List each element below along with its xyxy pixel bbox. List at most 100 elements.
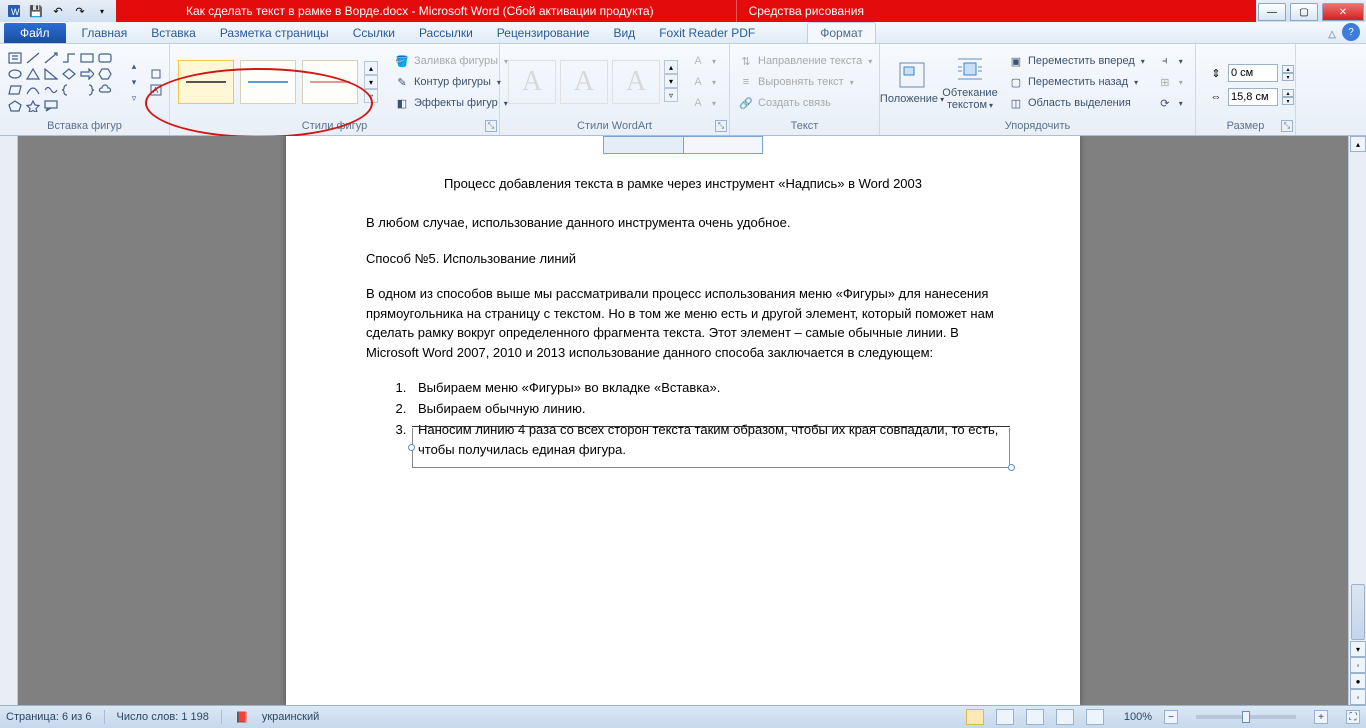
undo-icon[interactable]: ↶ [48,2,68,20]
resize-handle[interactable] [1008,464,1015,471]
shape-roundrect-icon[interactable] [96,51,113,66]
tab-foxit[interactable]: Foxit Reader PDF [647,23,767,43]
zoom-out-icon[interactable]: − [1164,710,1178,724]
shape-rect-icon[interactable] [78,51,95,66]
page[interactable]: Процесс добавления текста в рамке через … [286,136,1080,705]
dialog-launcher-icon[interactable]: ⤡ [1281,120,1293,132]
tab-view[interactable]: Вид [601,23,647,43]
zoom-slider[interactable] [1196,715,1296,719]
shape-right-triangle-icon[interactable] [42,67,59,82]
selection-pane-button[interactable]: ◫Область выделения [1004,93,1149,113]
next-page-icon[interactable]: ◦ [1350,689,1366,705]
selected-shape-box[interactable] [412,428,1010,468]
tab-home[interactable]: Главная [70,23,140,43]
style-swatch-2[interactable] [240,60,296,104]
shape-brace-icon[interactable] [60,83,77,98]
shapes-expand-icon[interactable]: ▿ [125,91,143,106]
maximize-button[interactable]: ▢ [1290,3,1318,21]
rotate-button[interactable]: ⟳▾ [1155,93,1185,113]
web-layout-view-icon[interactable] [1026,709,1044,725]
tab-review[interactable]: Рецензирование [485,23,602,43]
shape-diamond-icon[interactable] [60,67,77,82]
fit-page-icon[interactable]: ⛶ [1346,710,1360,724]
shape-styles-gallery[interactable]: ▴ ▾ ▿ [174,60,382,104]
shape-cloud-icon[interactable] [96,83,113,98]
spin-up-icon[interactable]: ▴ [1282,89,1294,97]
redo-icon[interactable]: ↷ [70,2,90,20]
tab-mailings[interactable]: Рассылки [407,23,485,43]
tab-layout[interactable]: Разметка страницы [208,23,341,43]
fullscreen-view-icon[interactable] [996,709,1014,725]
bring-forward-button[interactable]: ▣Переместить вперед▾ [1004,51,1149,71]
wordart-swatch-1[interactable]: A [508,60,556,104]
shape-freeform-icon[interactable] [42,83,59,98]
zoom-in-icon[interactable]: + [1314,710,1328,724]
style-swatch-3[interactable] [302,60,358,104]
vertical-ruler[interactable] [0,136,18,705]
height-input[interactable] [1228,64,1278,82]
shape-brace2-icon[interactable] [78,83,95,98]
shape-callout-icon[interactable] [42,99,59,114]
page-indicator[interactable]: Страница: 6 из 6 [6,711,92,723]
minimize-button[interactable]: — [1258,3,1286,21]
shape-triangle-icon[interactable] [24,67,41,82]
wa-expand-icon[interactable]: ▿ [664,88,678,102]
draft-view-icon[interactable] [1086,709,1104,725]
wa-down-icon[interactable]: ▾ [664,74,678,88]
wrap-text-button[interactable]: Обтекание текстом▾ [942,51,998,113]
styles-expand-icon[interactable]: ▿ [364,89,378,103]
shape-connector-icon[interactable] [60,51,77,66]
tab-file[interactable]: Файл [4,23,66,43]
style-swatch-1[interactable] [178,60,234,104]
dialog-launcher-icon[interactable]: ⤡ [715,120,727,132]
shapes-more-icon[interactable]: ▾ [125,75,143,90]
shape-curve-icon[interactable] [24,83,41,98]
prev-page-icon[interactable]: ◦ [1350,657,1366,673]
wa-up-icon[interactable]: ▴ [664,60,678,74]
zoom-level[interactable]: 100% [1124,711,1152,723]
print-layout-view-icon[interactable] [966,709,984,725]
position-button[interactable]: Положение▾ [884,57,940,107]
close-button[interactable]: ✕ [1322,3,1364,21]
vertical-scrollbar[interactable]: ▴ ▾ ◦ ● ◦ [1348,136,1366,705]
dialog-launcher-icon[interactable]: ⤡ [485,120,497,132]
shape-effects-button[interactable]: ◧Эффекты фигур▾ [390,93,512,113]
browse-object-icon[interactable]: ● [1350,673,1366,689]
word-count[interactable]: Число слов: 1 198 [117,711,209,723]
spin-up-icon[interactable]: ▴ [1282,65,1294,73]
wordart-swatch-3[interactable]: A [612,60,660,104]
shape-line-icon[interactable] [24,51,41,66]
shape-hexagon-icon[interactable] [96,67,113,82]
word-icon[interactable]: W [4,2,24,20]
tab-format[interactable]: Формат [807,22,876,43]
scroll-down-icon[interactable]: ▾ [1350,641,1366,657]
shape-outline-button[interactable]: ✎Контур фигуры▾ [390,72,512,92]
shapes-gallery[interactable] [4,49,123,116]
shape-ellipse-icon[interactable] [6,67,23,82]
proofing-icon[interactable]: 📕 [234,709,250,725]
shape-star-icon[interactable] [24,99,41,114]
styles-down-icon[interactable]: ▾ [364,75,378,89]
minimize-ribbon-icon[interactable]: △ [1328,29,1336,40]
styles-up-icon[interactable]: ▴ [364,61,378,75]
width-input[interactable] [1228,88,1278,106]
shape-pentagon-icon[interactable] [6,99,23,114]
wordart-swatch-2[interactable]: A [560,60,608,104]
draw-textbox-icon[interactable]: A [147,83,165,98]
shape-arrow-icon[interactable] [78,67,95,82]
edit-shape-icon[interactable] [147,67,165,82]
tab-references[interactable]: Ссылки [341,23,407,43]
embedded-object[interactable] [603,136,763,154]
resize-handle[interactable] [408,444,415,451]
language-indicator[interactable]: украинский [262,711,319,723]
selected-shape[interactable] [412,426,1010,427]
spin-down-icon[interactable]: ▾ [1282,73,1294,81]
shape-parallelogram-icon[interactable] [6,83,23,98]
shape-arrow-line-icon[interactable] [42,51,59,66]
qat-dropdown-icon[interactable]: ▾ [92,2,112,20]
shapes-more-icon[interactable]: ▴ [125,59,143,74]
outline-view-icon[interactable] [1056,709,1074,725]
shape-textbox-icon[interactable] [6,51,23,66]
help-icon[interactable]: ? [1342,23,1360,41]
save-icon[interactable]: 💾 [26,2,46,20]
